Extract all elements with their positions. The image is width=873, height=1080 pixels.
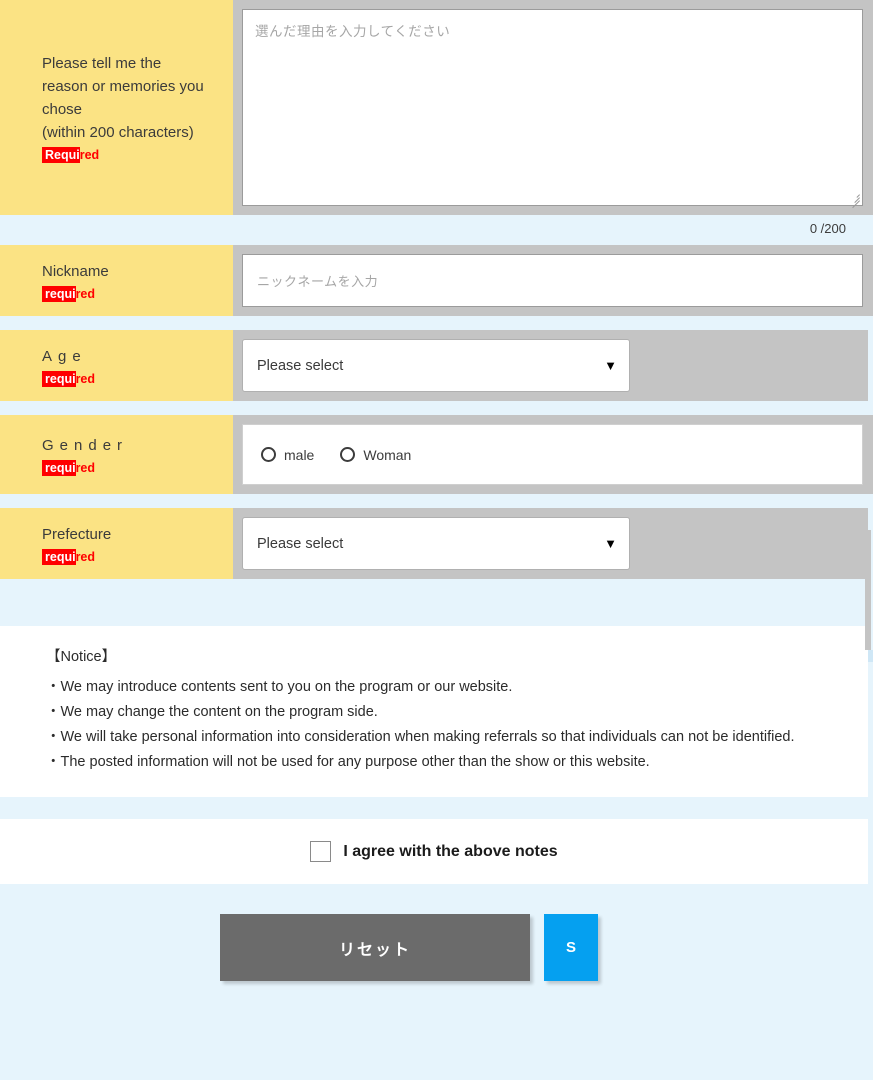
chevron-down-icon: ▼ bbox=[604, 358, 617, 373]
submit-button[interactable]: S bbox=[544, 914, 598, 981]
row-gap-5 bbox=[0, 797, 873, 819]
scrollbar-track[interactable] bbox=[868, 650, 873, 662]
required-badge-prefecture-tail: red bbox=[75, 549, 96, 564]
required-badge-nickname-tail: red bbox=[75, 286, 96, 301]
required-badge-reason-tail: red bbox=[79, 148, 100, 162]
gender-radio-group: male Woman bbox=[242, 424, 863, 485]
button-bar: リセット S bbox=[0, 884, 873, 981]
radio-option-male[interactable]: male bbox=[261, 447, 314, 463]
agreement-label: I agree with the above notes bbox=[343, 842, 558, 860]
label-reason-line4: (within 200 characters) bbox=[42, 124, 194, 141]
required-badge-reason: Required bbox=[42, 147, 102, 163]
required-badge-gender: required bbox=[42, 459, 98, 476]
form-row-age: Age required Please select ▼ bbox=[0, 330, 868, 401]
label-gender: Gender bbox=[42, 436, 129, 454]
label-cell-age: Age required bbox=[0, 330, 233, 401]
prefecture-select-value: Please select bbox=[257, 535, 344, 552]
row-gap-2 bbox=[0, 401, 873, 415]
row-gap-3 bbox=[0, 494, 873, 508]
label-age: Age bbox=[42, 347, 87, 365]
chevron-down-icon: ▼ bbox=[604, 536, 617, 551]
field-cell-prefecture: Please select ▼ bbox=[233, 508, 868, 579]
reset-button[interactable]: リセット bbox=[220, 914, 530, 981]
label-reason-line3: chose bbox=[42, 101, 83, 118]
form-row-gender: Gender required male Woman bbox=[0, 415, 873, 494]
label-cell-nickname: Nickname required bbox=[0, 245, 233, 316]
prefecture-select[interactable]: Please select ▼ bbox=[242, 517, 630, 570]
notice-title: 【Notice】 bbox=[46, 649, 117, 665]
field-cell-age: Please select ▼ bbox=[233, 330, 868, 401]
label-cell-reason: Please tell me the reason or memories yo… bbox=[0, 0, 233, 215]
notice-panel: 【Notice】 ・We may introduce contents sent… bbox=[0, 626, 868, 797]
field-cell-nickname: ニックネームを入力 bbox=[233, 245, 873, 316]
row-gap-4 bbox=[0, 579, 873, 626]
field-cell-reason: 選んだ理由を入力してください bbox=[233, 0, 873, 215]
age-select-value: Please select bbox=[257, 357, 344, 374]
required-badge-age: required bbox=[42, 370, 98, 387]
scrollbar-thumb[interactable] bbox=[865, 530, 871, 650]
reason-textarea[interactable]: 選んだ理由を入力してください bbox=[242, 9, 863, 209]
label-reason-line2: reason or memories you bbox=[42, 78, 204, 95]
radio-label-woman: Woman bbox=[363, 446, 412, 463]
radio-circle-icon[interactable] bbox=[261, 447, 276, 462]
label-reason-line1: Please tell me the bbox=[42, 55, 162, 72]
form-row-reason: Please tell me the reason or memories yo… bbox=[0, 0, 873, 215]
required-badge-reason-head: Requi bbox=[42, 147, 80, 163]
required-badge-nickname-head: requi bbox=[42, 285, 76, 302]
notice-line: ・We may introduce contents sent to you o… bbox=[46, 679, 513, 695]
agreement-checkbox[interactable] bbox=[310, 841, 332, 862]
required-badge-prefecture-head: requi bbox=[42, 548, 76, 565]
notice-line: ・We may change the content on the progra… bbox=[46, 704, 378, 720]
row-gap-1 bbox=[0, 316, 873, 330]
required-badge-age-head: requi bbox=[42, 370, 76, 387]
required-badge-gender-tail: red bbox=[75, 460, 96, 475]
required-badge-prefecture: required bbox=[42, 548, 98, 565]
agreement-panel: I agree with the above notes bbox=[0, 819, 868, 884]
notice-line: ・We will take personal information into … bbox=[46, 729, 795, 745]
notice-line: ・The posted information will not be used… bbox=[46, 754, 650, 770]
label-prefecture: Prefecture bbox=[42, 525, 112, 543]
reason-textarea-placeholder: 選んだ理由を入力してください bbox=[255, 24, 451, 39]
required-badge-nickname: required bbox=[42, 285, 98, 302]
radio-label-male: male bbox=[284, 446, 315, 463]
form-row-nickname: Nickname required ニックネームを入力 bbox=[0, 245, 873, 316]
label-cell-prefecture: Prefecture required bbox=[0, 508, 233, 579]
radio-option-woman[interactable]: Woman bbox=[340, 447, 411, 463]
label-cell-gender: Gender required bbox=[0, 415, 233, 494]
radio-circle-icon[interactable] bbox=[340, 447, 356, 462]
reason-character-counter: 0 /200 bbox=[0, 215, 868, 245]
age-select[interactable]: Please select ▼ bbox=[242, 339, 630, 392]
label-nickname: Nickname bbox=[42, 262, 109, 280]
form-page: Please tell me the reason or memories yo… bbox=[0, 0, 873, 1080]
nickname-input[interactable]: ニックネームを入力 bbox=[242, 254, 863, 307]
form-row-prefecture: Prefecture required Please select ▼ bbox=[0, 508, 868, 579]
field-cell-gender: male Woman bbox=[233, 415, 873, 494]
required-badge-age-tail: red bbox=[75, 371, 96, 386]
resize-handle-icon[interactable] bbox=[848, 191, 860, 209]
nickname-input-placeholder: ニックネームを入力 bbox=[257, 274, 379, 289]
required-badge-gender-head: requi bbox=[42, 459, 76, 476]
